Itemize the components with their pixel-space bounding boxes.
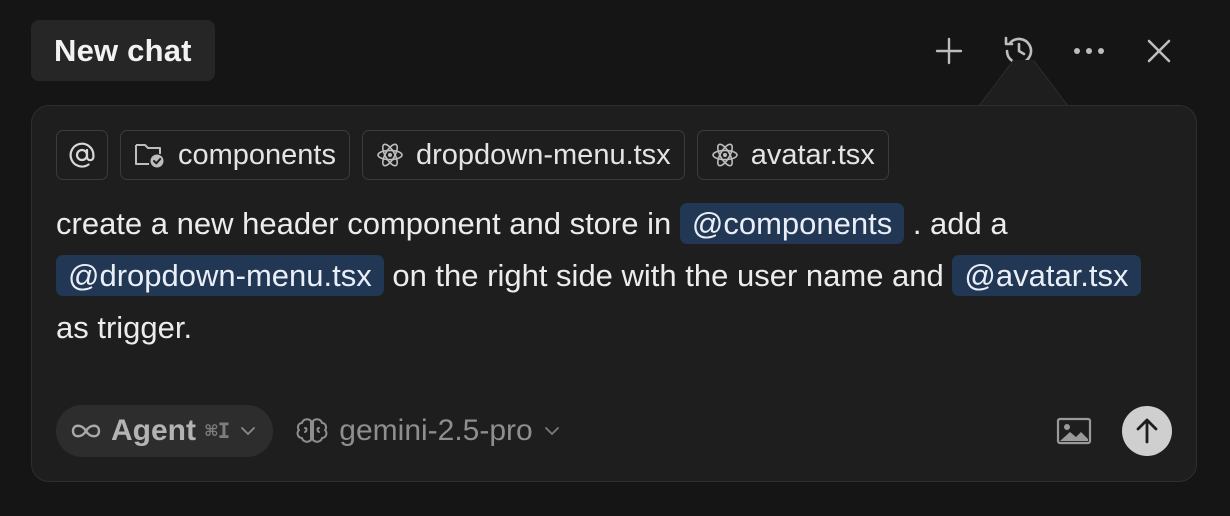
history-popover-pointer: [948, 60, 1098, 106]
context-chip-avatar[interactable]: avatar.tsx: [696, 130, 889, 180]
chevron-down-icon: [544, 427, 559, 436]
mention-dropdown-menu[interactable]: @dropdown-menu.tsx: [56, 255, 384, 296]
model-selector[interactable]: gemini-2.5-pro: [295, 414, 560, 448]
mention-components[interactable]: @components: [679, 203, 905, 244]
prompt-text: as trigger.: [56, 310, 193, 345]
brain-icon: [296, 418, 328, 443]
arrow-up-icon: [1136, 418, 1158, 444]
close-icon[interactable]: [1124, 22, 1194, 80]
context-chip-components[interactable]: components: [120, 130, 350, 180]
mode-selector[interactable]: Agent ⌘I: [56, 405, 274, 457]
chat-panel: New chat components dropdown-menu.tsx av…: [0, 0, 1230, 516]
composer-footer: Agent ⌘I gemini-2.5-pro: [56, 405, 1172, 457]
mention-avatar[interactable]: @avatar.tsx: [952, 255, 1141, 296]
model-label: gemini-2.5-pro: [339, 414, 533, 447]
composer: components dropdown-menu.tsx avatar.tsx …: [31, 105, 1197, 482]
prompt-input[interactable]: create a new header component and store …: [56, 198, 1166, 354]
react-icon: [711, 143, 738, 167]
folder-check-icon: [135, 144, 164, 168]
prompt-text: on the right side with the user name and: [383, 258, 953, 293]
react-icon: [377, 143, 403, 167]
attach-image-button[interactable]: [1054, 411, 1094, 451]
context-chips: components dropdown-menu.tsx avatar.tsx: [56, 130, 889, 180]
chip-label: avatar.tsx: [750, 138, 875, 171]
chip-label: dropdown-menu.tsx: [416, 138, 671, 171]
chat-tab-title[interactable]: New chat: [31, 20, 215, 81]
send-button[interactable]: [1122, 406, 1172, 456]
infinity-icon: [71, 424, 101, 438]
chevron-down-icon: [241, 427, 256, 436]
chip-label: components: [178, 138, 336, 171]
add-context-button[interactable]: [56, 130, 108, 180]
image-icon: [1056, 417, 1092, 445]
mode-label: Agent: [111, 414, 196, 447]
at-sign-icon: [69, 142, 95, 168]
prompt-text: create a new header component and store …: [56, 206, 680, 241]
context-chip-dropdown-menu[interactable]: dropdown-menu.tsx: [362, 130, 685, 180]
mode-shortcut: ⌘I: [205, 419, 231, 443]
prompt-text: . add a: [904, 206, 1008, 241]
